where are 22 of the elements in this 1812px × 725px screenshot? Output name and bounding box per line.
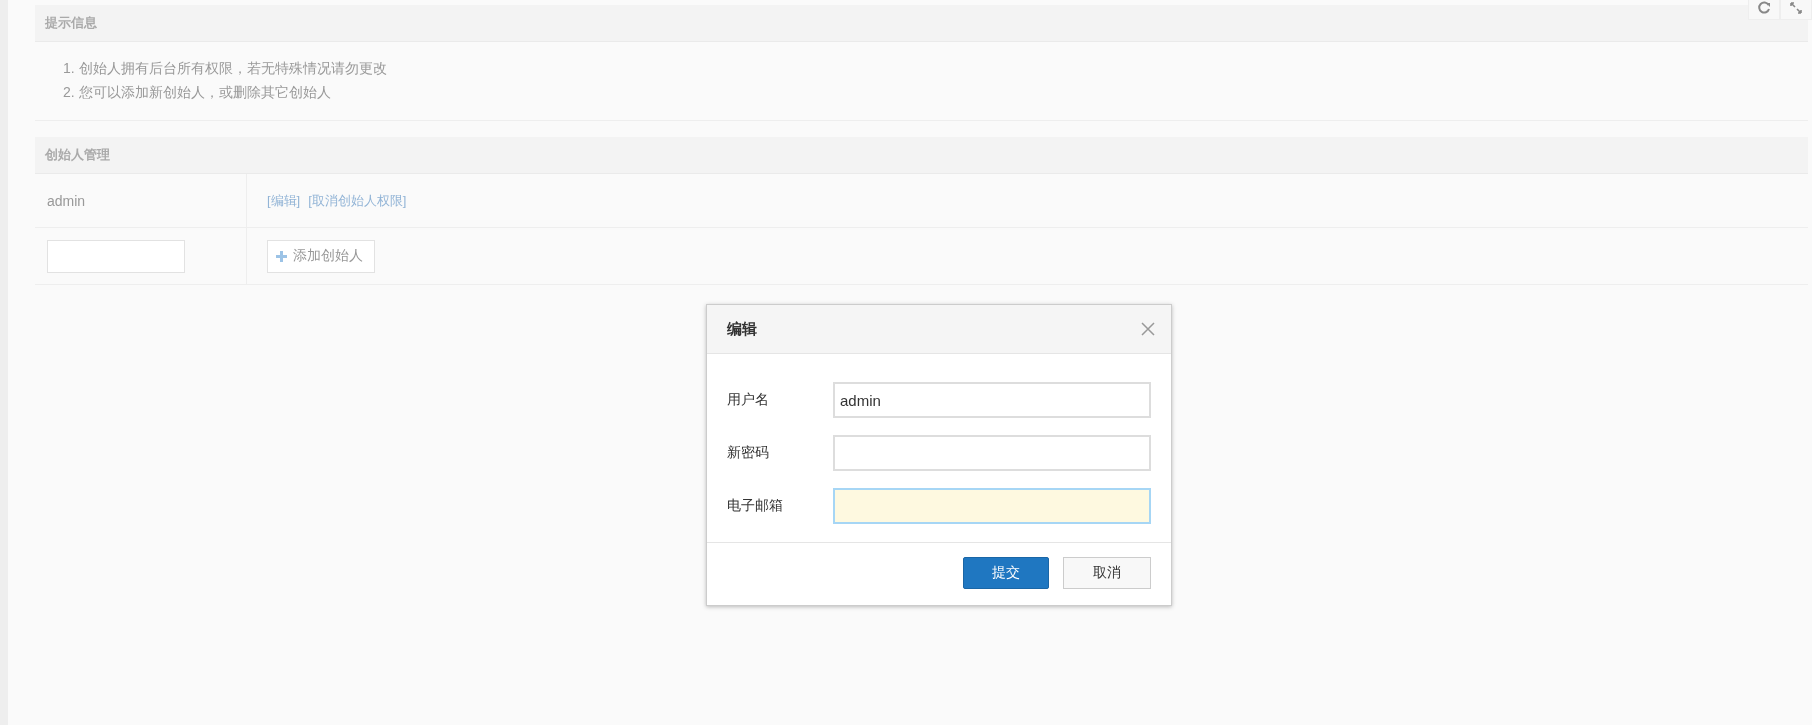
field-label: 用户名 xyxy=(727,391,770,409)
input-field[interactable] xyxy=(833,435,1151,471)
expand-button[interactable] xyxy=(1780,0,1812,20)
add-founder-button[interactable]: 添加创始人 xyxy=(267,239,375,273)
input-field[interactable] xyxy=(833,488,1151,524)
expand-icon xyxy=(1790,2,1802,14)
tip-text: 1. 创始人拥有后台所有权限，若无特殊情况请勿更改 xyxy=(63,59,388,78)
username-input[interactable] xyxy=(47,239,185,273)
founder-name: admin xyxy=(47,192,86,209)
panel-title: 提示信息 xyxy=(35,5,1808,42)
input-field[interactable]: admin xyxy=(833,382,1151,418)
field-label: 电子邮箱 xyxy=(727,497,784,515)
submit-button[interactable]: 提交 xyxy=(963,557,1049,589)
field-label: 新密码 xyxy=(727,444,770,462)
refresh-icon xyxy=(1757,1,1771,15)
plus-icon xyxy=(276,250,287,262)
refresh-button[interactable] xyxy=(1748,0,1780,20)
tip-text: 2. 您可以添加新创始人，或删除其它创始人 xyxy=(63,83,332,102)
cancel-button[interactable]: 取消 xyxy=(1063,557,1151,589)
close-icon[interactable] xyxy=(1141,322,1155,336)
panel-title: 创始人管理 xyxy=(35,137,1808,174)
dialog-title: 编辑 xyxy=(727,319,757,339)
